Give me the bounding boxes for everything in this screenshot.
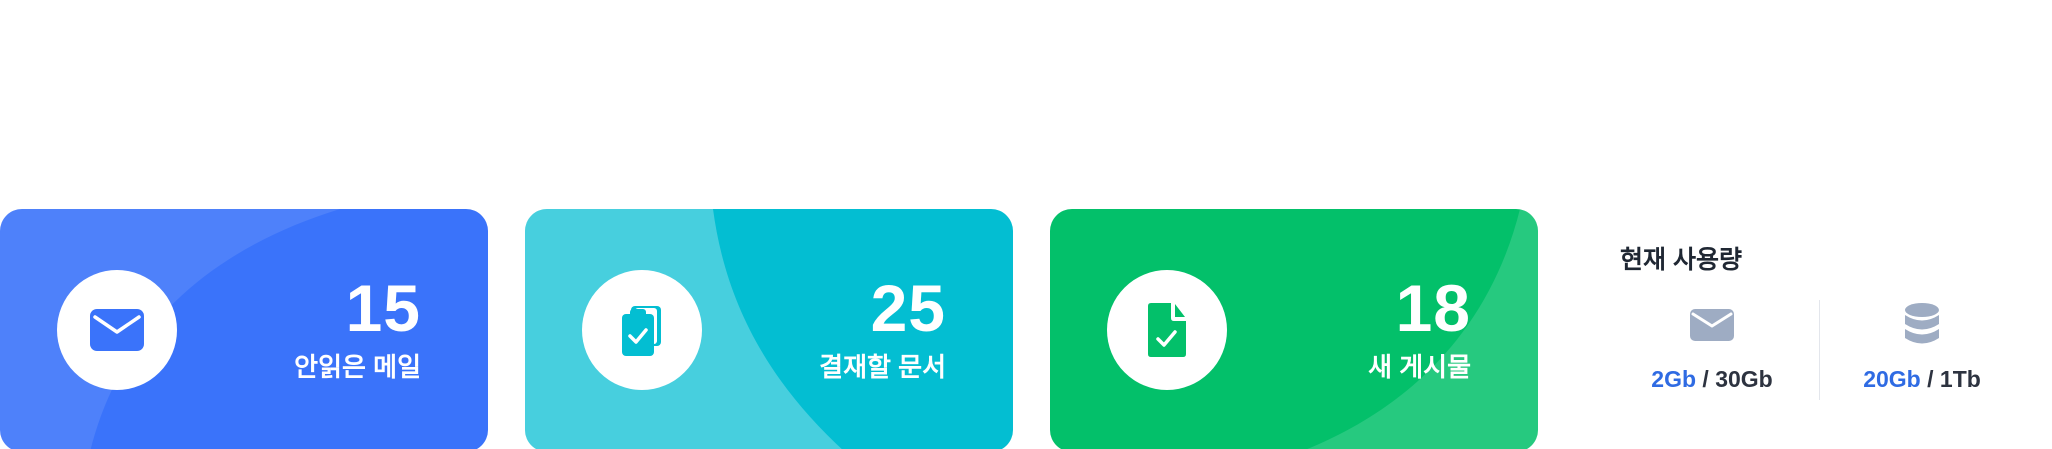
mail-icon [57, 270, 177, 390]
storage-usage-used: 20Gb [1863, 366, 1921, 392]
usage-divider [1819, 300, 1820, 400]
mail-usage-separator: / [1702, 366, 1709, 392]
unread-mail-count: 15 [345, 271, 421, 345]
usage-title: 현재 사용량 [1620, 246, 1742, 274]
approval-documents-card[interactable]: 25 결재할 문서 [525, 209, 1013, 449]
mail-usage: 2Gb / 30Gb [1612, 300, 1812, 393]
new-posts-card[interactable]: 18 새 게시물 [1050, 209, 1538, 449]
mail-icon [1612, 300, 1812, 350]
new-posts-label: 새 게시물 [1368, 352, 1471, 382]
mail-usage-total: 30Gb [1715, 366, 1773, 392]
approval-documents-count: 25 [870, 271, 946, 345]
unread-mail-label: 안읽은 메일 [294, 352, 421, 382]
storage-usage-total: 1Tb [1939, 366, 1981, 392]
database-icon [1822, 300, 2022, 350]
mail-usage-used: 2Gb [1651, 366, 1697, 392]
clipboard-check-icon [582, 270, 702, 390]
unread-mail-card[interactable]: 15 안읽은 메일 [0, 209, 488, 449]
storage-usage: 20Gb / 1Tb [1822, 300, 2022, 393]
storage-usage-separator: / [1927, 366, 1934, 392]
approval-documents-label: 결재할 문서 [819, 352, 946, 382]
document-check-icon [1107, 270, 1227, 390]
new-posts-count: 18 [1395, 271, 1471, 345]
